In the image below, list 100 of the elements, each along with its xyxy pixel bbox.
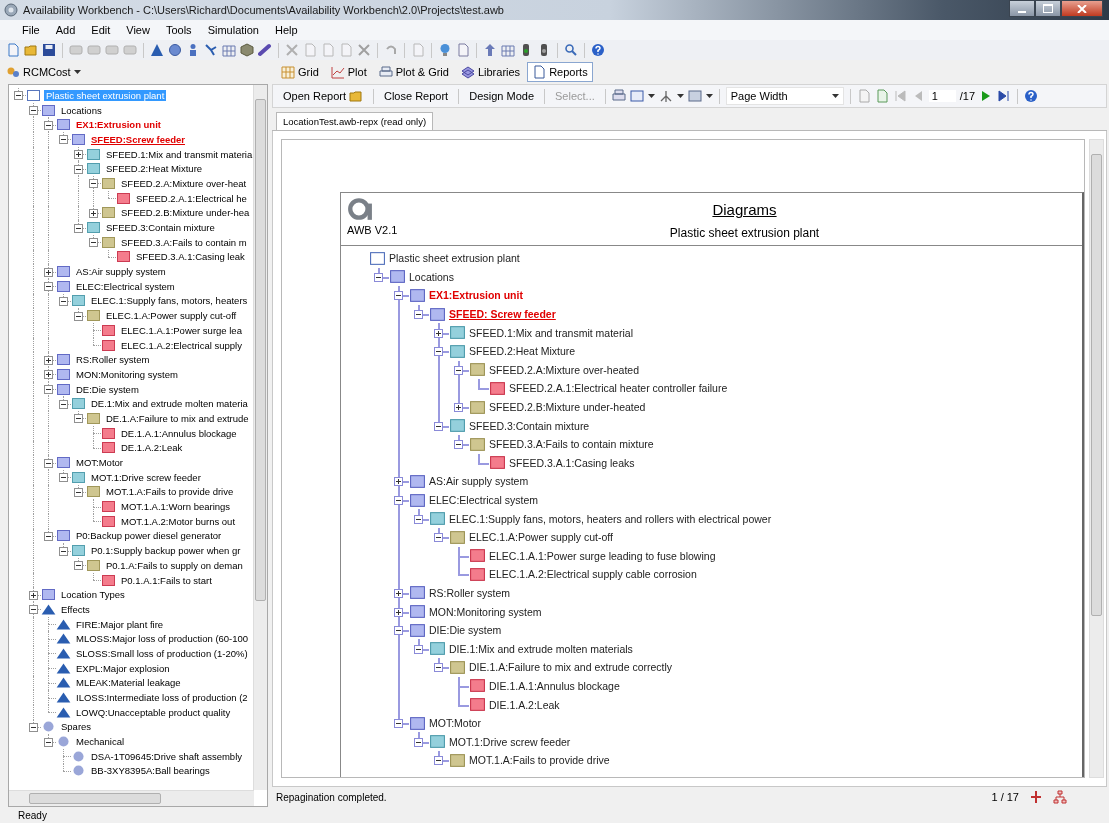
expander[interactable] xyxy=(394,607,403,617)
link-icon[interactable] xyxy=(258,43,272,57)
expander[interactable] xyxy=(44,385,53,395)
menu-item[interactable]: Help xyxy=(267,24,306,36)
view-tab[interactable]: Libraries xyxy=(455,62,526,82)
tree-item[interactable]: SFEED.2.A.1:Electrical he xyxy=(134,192,249,204)
expander[interactable] xyxy=(414,514,423,524)
hierarchy-icon[interactable] xyxy=(1053,790,1067,804)
help-icon[interactable] xyxy=(1024,89,1039,103)
tree-item[interactable]: MOT.1.A:Fails to provide drive xyxy=(104,486,236,498)
expander[interactable] xyxy=(44,458,53,468)
lightbulb-icon[interactable] xyxy=(438,43,452,57)
expander[interactable] xyxy=(59,296,68,306)
toolbar-button[interactable]: Close Report xyxy=(380,89,453,103)
tree-item[interactable]: SFEED.2.B:Mixture under-hea xyxy=(119,207,252,219)
tree-item[interactable]: MOT.1:Drive screw feeder xyxy=(89,471,203,483)
expander[interactable] xyxy=(59,473,68,483)
view-tab[interactable]: Plot xyxy=(325,62,372,82)
tree-item[interactable]: AS:Air supply system xyxy=(74,266,168,278)
tree-item[interactable]: DE:Die system xyxy=(74,383,141,395)
scroll-thumb[interactable] xyxy=(1091,154,1102,616)
tree-item[interactable]: SLOSS:Small loss of production (1-20%) xyxy=(74,647,250,659)
caret-icon[interactable] xyxy=(705,94,713,98)
printer-icon[interactable] xyxy=(611,89,626,103)
warning-icon[interactable] xyxy=(150,43,164,57)
expander[interactable] xyxy=(394,291,403,301)
expander[interactable] xyxy=(394,626,403,636)
tree-item[interactable]: P0.1.A.1:Fails to start xyxy=(119,574,214,586)
toolbar-button[interactable]: Design Mode xyxy=(465,89,538,103)
tree-item[interactable]: FIRE:Major plant fire xyxy=(74,618,166,630)
tree-item[interactable]: DE.1.A:Failure to mix and extrude xyxy=(104,412,251,424)
tree-item[interactable]: MLEAK:Material leakage xyxy=(74,677,183,689)
expander[interactable] xyxy=(44,355,53,365)
tree-item[interactable]: P0.1.A:Fails to supply on deman xyxy=(104,559,245,571)
caret-icon[interactable] xyxy=(647,94,655,98)
tree-item[interactable]: Spares xyxy=(59,721,94,733)
expander[interactable] xyxy=(74,164,83,174)
tree-item[interactable]: ELEC.1.A.1:Power surge lea xyxy=(119,324,244,336)
expander[interactable] xyxy=(89,179,98,189)
expander[interactable] xyxy=(74,311,83,321)
tree-item[interactable]: DE.1:Mix and extrude molten materia xyxy=(89,398,250,410)
tree-item[interactable]: BB-3XY8395A:Ball bearings xyxy=(89,765,212,777)
menu-item[interactable]: Edit xyxy=(83,24,119,36)
tree-item[interactable]: RS:Roller system xyxy=(74,354,152,366)
tree-item[interactable]: SFEED.2:Heat Mixture xyxy=(104,163,205,175)
page-field[interactable]: 1 xyxy=(928,90,956,102)
expander[interactable] xyxy=(434,663,443,673)
tree-item[interactable]: EX1:Extrusion unit xyxy=(74,119,163,131)
expander[interactable] xyxy=(74,150,83,160)
scrollbar[interactable] xyxy=(9,790,254,806)
scroll-thumb[interactable] xyxy=(255,99,266,601)
view-tab[interactable]: Plot & Grid xyxy=(373,62,454,82)
expander[interactable] xyxy=(414,737,423,747)
expander[interactable] xyxy=(44,120,53,130)
expander[interactable] xyxy=(74,561,83,571)
expander[interactable] xyxy=(29,590,38,600)
tree-item[interactable]: MON:Monitoring system xyxy=(74,368,180,380)
tree-item[interactable]: ELEC.1.A.2:Electrical supply xyxy=(119,339,244,351)
expander[interactable] xyxy=(394,719,403,729)
expander[interactable] xyxy=(29,106,38,116)
tree-item[interactable]: SFEED.3:Contain mixture xyxy=(104,222,217,234)
expander[interactable] xyxy=(44,282,53,292)
tree-item[interactable]: Location Types xyxy=(59,589,127,601)
expander[interactable] xyxy=(414,644,423,654)
close-button[interactable] xyxy=(1061,0,1103,17)
tree-item[interactable]: MLOSS:Major loss of production (60-100 xyxy=(74,633,251,645)
tree-item[interactable]: ELEC.1.A:Power supply cut-off xyxy=(104,310,239,322)
zoom-dropdown[interactable]: Page Width xyxy=(725,87,844,105)
document-icon[interactable] xyxy=(456,43,470,57)
module-dropdown[interactable]: RCMCost xyxy=(0,65,268,79)
expander[interactable] xyxy=(59,135,68,145)
tree-item[interactable]: SFEED.2.A:Mixture over-heat xyxy=(119,177,249,189)
tree-item[interactable]: EXPL:Major explosion xyxy=(74,662,172,674)
tree-item[interactable]: DE.1.A.2:Leak xyxy=(119,442,185,454)
expander[interactable] xyxy=(44,737,53,747)
expander[interactable] xyxy=(394,589,403,598)
last-page-icon[interactable] xyxy=(997,89,1012,103)
expander[interactable] xyxy=(59,399,68,409)
expander[interactable] xyxy=(44,531,53,541)
menu-item[interactable]: Simulation xyxy=(199,24,267,36)
tree-item[interactable]: SFEED.1:Mix and transmit materia xyxy=(104,148,253,160)
view-tab[interactable]: Reports xyxy=(527,62,593,82)
expander[interactable] xyxy=(29,605,38,615)
menu-item[interactable]: Tools xyxy=(157,24,200,36)
help-icon[interactable] xyxy=(591,43,605,57)
document-tab[interactable]: LocationTest.awb-repx (read only) xyxy=(276,112,434,130)
expander[interactable] xyxy=(89,208,98,218)
expander[interactable] xyxy=(14,91,23,101)
expander[interactable] xyxy=(394,477,403,487)
expander[interactable] xyxy=(44,370,53,380)
menu-item[interactable]: Add xyxy=(47,24,84,36)
expander[interactable] xyxy=(454,365,463,375)
expander[interactable] xyxy=(434,328,443,338)
view-tab[interactable]: Grid xyxy=(276,62,324,82)
expander[interactable] xyxy=(454,440,463,450)
tree-item[interactable]: SFEED.3.A.1:Casing leak xyxy=(134,251,247,263)
expander[interactable] xyxy=(74,223,83,233)
expander[interactable] xyxy=(454,403,463,413)
tree-item[interactable]: P0.1:Supply backup power when gr xyxy=(89,545,243,557)
expander[interactable] xyxy=(394,496,403,505)
